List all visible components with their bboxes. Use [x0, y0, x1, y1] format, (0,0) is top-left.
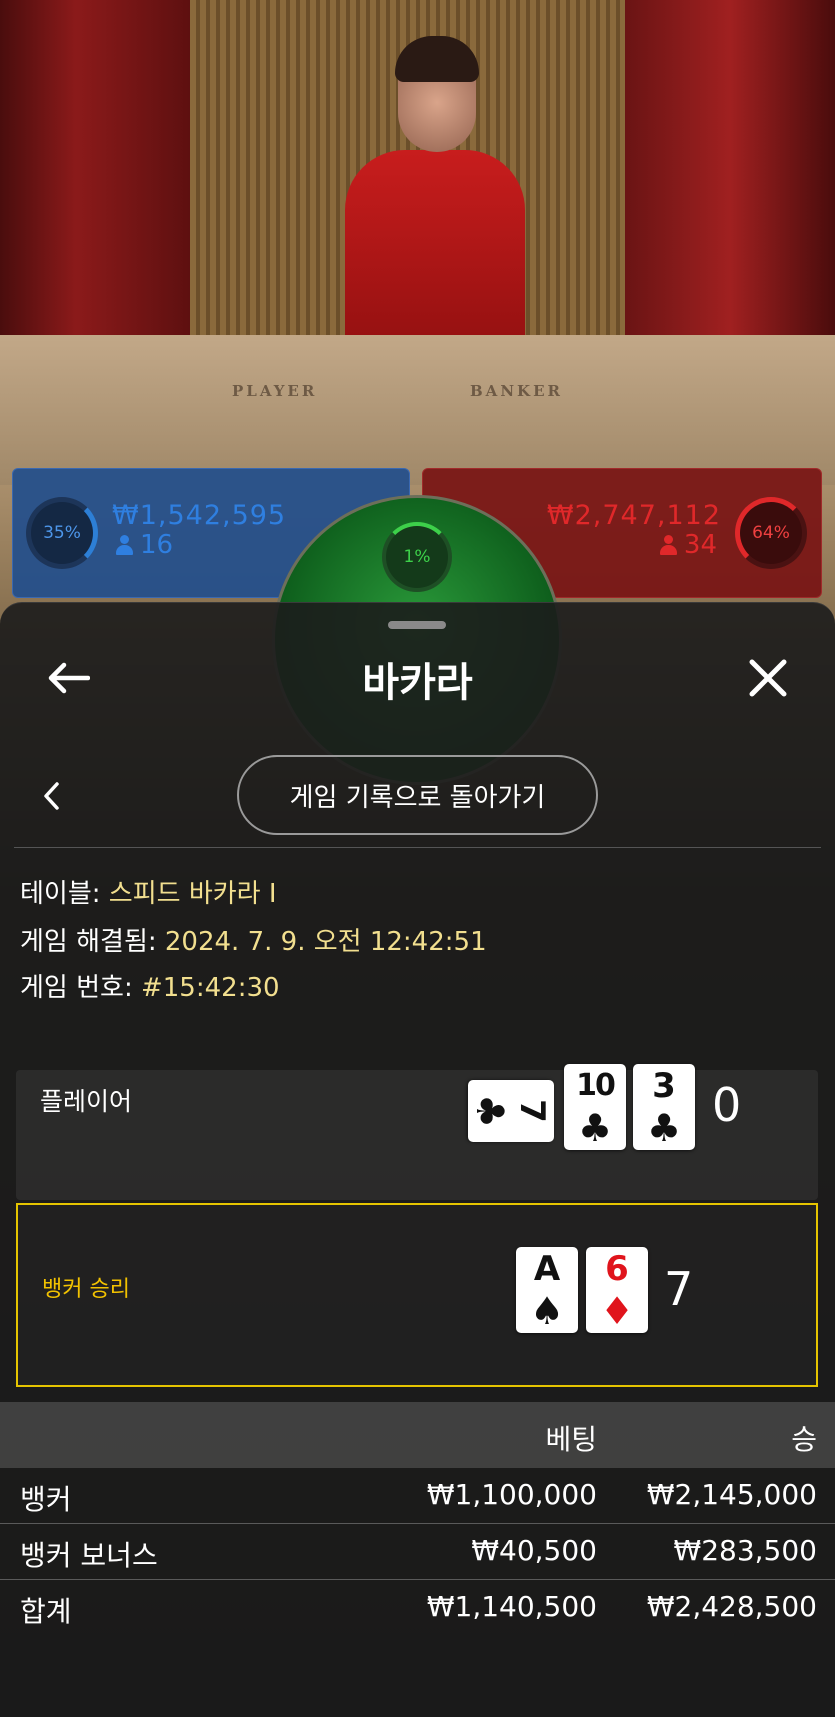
banker-card-1: A ♠ [516, 1247, 578, 1333]
player-card-1-rank: 7 [512, 1099, 552, 1123]
chevron-left-icon[interactable] [36, 776, 66, 816]
return-to-history-button[interactable]: 게임 기록으로 돌아가기 [237, 755, 598, 835]
bet-table-header: 베팅 승 [0, 1402, 835, 1468]
banker-percent-ring: 64% [735, 497, 807, 569]
curtain-right [625, 0, 835, 340]
table-row: 뱅커 ₩1,100,000 ₩2,145,000 [0, 1468, 835, 1524]
table-felt [0, 335, 835, 485]
user-icon [116, 535, 133, 555]
player-score: 0 [712, 1078, 742, 1132]
resolved-info-label: 게임 해결됨: [20, 927, 165, 957]
banker-player-count: 34 [659, 530, 717, 560]
banker-result-row: 뱅커 승리 [16, 1203, 818, 1387]
bet-name: 뱅커 [20, 1483, 72, 1516]
bet-name: 합계 [20, 1595, 72, 1628]
banker-card-1-rank: A [533, 1249, 561, 1289]
banker-score: 7 [664, 1262, 694, 1316]
player-count-value: 16 [140, 530, 174, 560]
player-row-label: 플레이어 [40, 1087, 133, 1116]
banker-card-2: 6 ♦ [586, 1247, 648, 1333]
bet-name: 뱅커 보너스 [20, 1539, 158, 1572]
table-row: 뱅커 보너스 ₩40,500 ₩283,500 [0, 1524, 835, 1580]
table-info-value: 스피드 바카라 I [108, 879, 277, 909]
club-icon: ♣ [468, 1093, 512, 1129]
player-card-3-rank: 3 [652, 1066, 676, 1106]
player-card-1: 7 ♣ [468, 1080, 554, 1142]
table-info-label: 테이블: [20, 879, 109, 909]
game-number-value: #15:42:30 [140, 973, 280, 1003]
table-info: 테이블: 스피드 바카라 I [20, 873, 277, 910]
win-amount: ₩2,145,000 [646, 1478, 817, 1511]
win-column-header: 승 [791, 1423, 817, 1456]
banker-row-label: 뱅커 승리 [42, 1277, 130, 1302]
tie-percent-ring: 1% [382, 522, 452, 592]
felt-label-banker: BANKER [470, 382, 563, 400]
resolved-info-value: 2024. 7. 9. 오전 12:42:51 [164, 927, 487, 957]
player-total-amount: ₩1,542,595 [112, 500, 287, 531]
player-result-row: 플레이어 [16, 1070, 818, 1200]
banker-card-2-rank: 6 [605, 1249, 629, 1289]
bet-column-header: 베팅 [545, 1423, 597, 1456]
sheet-title: 바카라 [362, 660, 473, 706]
sheet-drag-handle[interactable] [388, 621, 446, 629]
player-card-3: 3 ♣ [633, 1064, 695, 1150]
close-icon[interactable] [742, 652, 794, 704]
resolved-info: 게임 해결됨: 2024. 7. 9. 오전 12:42:51 [20, 921, 487, 958]
game-number-label: 게임 번호: [20, 973, 141, 1003]
game-number-info: 게임 번호: #15:42:30 [20, 967, 280, 1004]
curtain-left [0, 0, 190, 340]
banker-count-value: 34 [683, 530, 717, 560]
felt-label-player: PLAYER [232, 382, 318, 400]
bet-amount: ₩1,100,000 [426, 1478, 597, 1511]
win-amount: ₩283,500 [673, 1534, 817, 1567]
spade-icon: ♠ [529, 1289, 565, 1333]
win-amount: ₩2,428,500 [646, 1590, 817, 1623]
player-card-2-rank: 10 [576, 1068, 616, 1103]
player-player-count: 16 [116, 530, 173, 560]
divider [14, 847, 821, 848]
user-icon [659, 535, 677, 555]
table-row-total: 합계 ₩1,140,500 ₩2,428,500 [0, 1580, 835, 1636]
club-icon: ♣ [577, 1106, 613, 1150]
club-icon: ♣ [646, 1106, 682, 1150]
bet-amount: ₩1,140,500 [426, 1590, 597, 1623]
diamond-icon: ♦ [599, 1289, 635, 1333]
player-card-2: 10 ♣ [564, 1064, 626, 1150]
player-percent-ring: 35% [26, 497, 98, 569]
banker-total-amount: ₩2,747,112 [546, 500, 721, 531]
bet-amount: ₩40,500 [471, 1534, 597, 1567]
